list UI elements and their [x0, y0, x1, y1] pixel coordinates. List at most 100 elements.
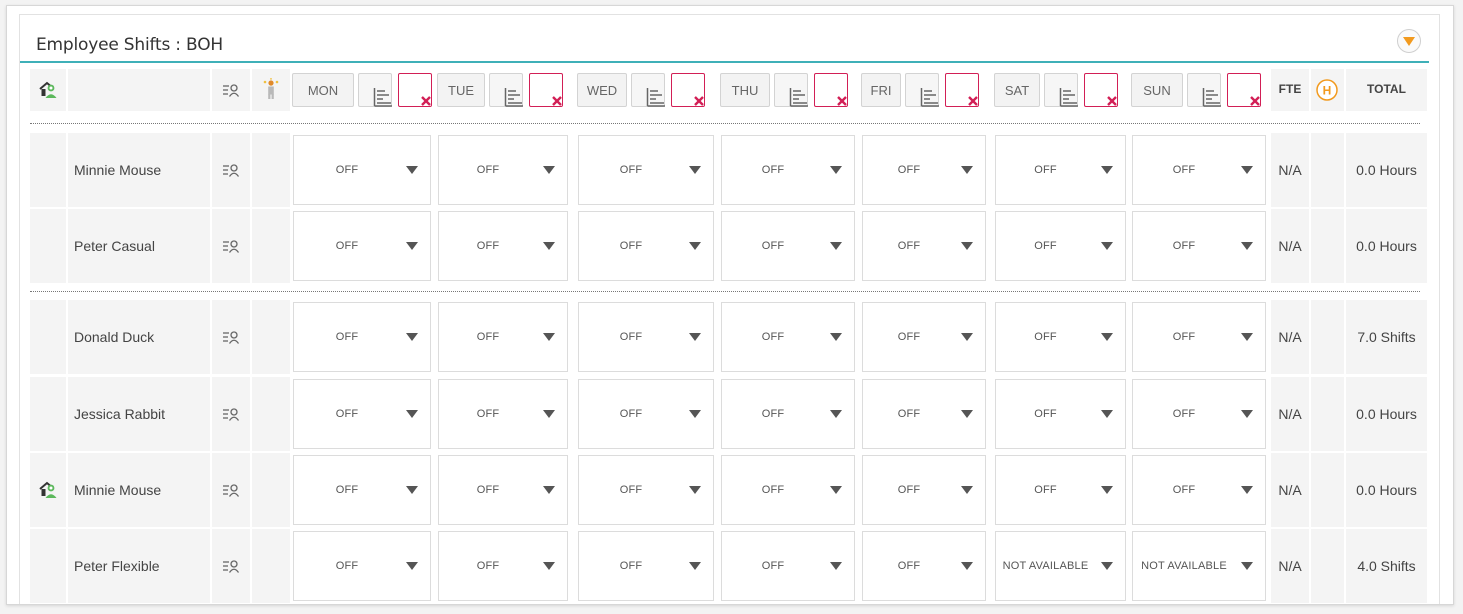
employee-name[interactable]: Donald Duck	[74, 300, 154, 374]
chevron-down-icon	[543, 333, 555, 341]
shift-select-sun[interactable]: OFF	[1132, 302, 1266, 372]
employee-profile-icon[interactable]	[222, 330, 240, 349]
header-day-wed: WED	[577, 69, 715, 111]
row-holiday-cell	[1311, 377, 1344, 451]
shift-select-sun[interactable]: NOT AVAILABLE	[1132, 531, 1266, 601]
day-select-button-tue[interactable]: TUE	[437, 73, 485, 107]
employee-name[interactable]: Peter Flexible	[74, 529, 160, 603]
shift-select-wed[interactable]: OFF	[578, 302, 714, 372]
chevron-down-icon	[961, 166, 973, 174]
shift-select-thu[interactable]: OFF	[721, 379, 855, 449]
clear-button-sun[interactable]	[1227, 73, 1261, 107]
employee-name[interactable]: Minnie Mouse	[74, 133, 161, 207]
employee-profile-icon[interactable]	[222, 239, 240, 258]
shift-select-tue[interactable]: OFF	[438, 302, 568, 372]
day-select-button-thu[interactable]: THU	[720, 73, 770, 107]
availability-person-icon[interactable]	[263, 78, 279, 105]
shift-select-fri[interactable]: OFF	[862, 455, 986, 525]
sort-button-mon[interactable]	[358, 73, 392, 107]
row-manager-cell	[30, 209, 66, 283]
shift-value: OFF	[1034, 408, 1057, 420]
sort-button-wed[interactable]	[631, 73, 665, 107]
shift-select-sat[interactable]: NOT AVAILABLE	[995, 531, 1126, 601]
clear-button-fri[interactable]	[945, 73, 979, 107]
shift-select-sun[interactable]: OFF	[1132, 211, 1266, 281]
chevron-down-icon	[406, 333, 418, 341]
shift-select-sat[interactable]: OFF	[995, 302, 1126, 372]
employee-profile-icon[interactable]	[222, 483, 240, 502]
header-day-tue: TUE	[437, 69, 569, 111]
shift-select-wed[interactable]: OFF	[578, 455, 714, 525]
clear-button-thu[interactable]	[814, 73, 848, 107]
shift-value: OFF	[761, 240, 785, 252]
shift-select-thu[interactable]: OFF	[721, 302, 855, 372]
shift-select-wed[interactable]: OFF	[578, 211, 714, 281]
shift-select-thu[interactable]: OFF	[721, 531, 855, 601]
shift-select-tue[interactable]: OFF	[438, 135, 568, 205]
shift-select-fri[interactable]: OFF	[862, 302, 986, 372]
shift-select-fri[interactable]: OFF	[862, 531, 986, 601]
shift-select-tue[interactable]: OFF	[438, 531, 568, 601]
employee-profile-icon[interactable]	[222, 163, 240, 182]
row-profile-cell	[212, 300, 250, 374]
shift-select-fri[interactable]: OFF	[862, 379, 986, 449]
shift-select-sat[interactable]: OFF	[995, 379, 1126, 449]
header-holiday-cell: H	[1311, 69, 1344, 111]
sort-button-thu[interactable]	[774, 73, 808, 107]
shift-select-tue[interactable]: OFF	[438, 211, 568, 281]
shift-select-fri[interactable]: OFF	[862, 135, 986, 205]
sort-button-tue[interactable]	[489, 73, 523, 107]
shift-select-tue[interactable]: OFF	[438, 379, 568, 449]
employee-profile-icon[interactable]	[222, 83, 240, 102]
collapse-arrow-icon[interactable]	[1397, 29, 1421, 53]
employee-profile-icon[interactable]	[222, 407, 240, 426]
day-select-button-sun[interactable]: SUN	[1131, 73, 1183, 107]
shift-value: OFF	[619, 560, 643, 572]
chevron-down-icon	[1101, 242, 1113, 250]
shift-select-mon[interactable]: OFF	[293, 531, 431, 601]
shift-select-mon[interactable]: OFF	[293, 302, 431, 372]
shift-select-thu[interactable]: OFF	[721, 135, 855, 205]
shift-select-mon[interactable]: OFF	[293, 211, 431, 281]
shift-select-mon[interactable]: OFF	[293, 455, 431, 525]
employee-name[interactable]: Jessica Rabbit	[74, 377, 165, 451]
shift-select-thu[interactable]: OFF	[721, 211, 855, 281]
shift-select-mon[interactable]: OFF	[293, 379, 431, 449]
sort-button-fri[interactable]	[905, 73, 939, 107]
shift-select-wed[interactable]: OFF	[578, 135, 714, 205]
clear-button-mon[interactable]	[398, 73, 432, 107]
shift-select-fri[interactable]: OFF	[862, 211, 986, 281]
shift-select-sun[interactable]: OFF	[1132, 135, 1266, 205]
shift-select-mon[interactable]: OFF	[293, 135, 431, 205]
row-name-cell: Jessica Rabbit	[68, 377, 210, 451]
row-profile-cell	[212, 529, 250, 603]
shift-select-thu[interactable]: OFF	[721, 455, 855, 525]
shift-select-sun[interactable]: OFF	[1132, 379, 1266, 449]
row-total-cell: 4.0 Shifts	[1346, 529, 1427, 603]
employee-name[interactable]: Peter Casual	[74, 209, 155, 283]
employee-name[interactable]: Minnie Mouse	[74, 453, 161, 527]
shift-select-sat[interactable]: OFF	[995, 135, 1126, 205]
shift-value: OFF	[476, 560, 500, 572]
day-select-button-mon[interactable]: MON	[292, 73, 354, 107]
day-select-button-sat[interactable]: SAT	[994, 73, 1040, 107]
sort-button-sun[interactable]	[1187, 73, 1221, 107]
shift-select-sat[interactable]: OFF	[995, 211, 1126, 281]
sort-button-sat[interactable]	[1044, 73, 1078, 107]
employee-profile-icon[interactable]	[222, 559, 240, 578]
clear-button-sat[interactable]	[1084, 73, 1118, 107]
shift-select-wed[interactable]: OFF	[578, 379, 714, 449]
shift-select-sat[interactable]: OFF	[995, 455, 1126, 525]
clear-button-wed[interactable]	[671, 73, 705, 107]
svg-text:H: H	[1323, 84, 1332, 98]
clear-button-tue[interactable]	[529, 73, 563, 107]
shift-value: OFF	[476, 240, 500, 252]
table-row: Peter Casual OFF OFF OFF OFF OFF OFF OFF N/A 0.0 …	[30, 209, 1427, 283]
day-select-button-fri[interactable]: FRI	[861, 73, 901, 107]
day-select-button-wed[interactable]: WED	[577, 73, 627, 107]
shift-select-sun[interactable]: OFF	[1132, 455, 1266, 525]
shift-value: OFF	[619, 240, 643, 252]
shift-select-tue[interactable]: OFF	[438, 455, 568, 525]
chevron-down-icon	[689, 242, 701, 250]
shift-select-wed[interactable]: OFF	[578, 531, 714, 601]
